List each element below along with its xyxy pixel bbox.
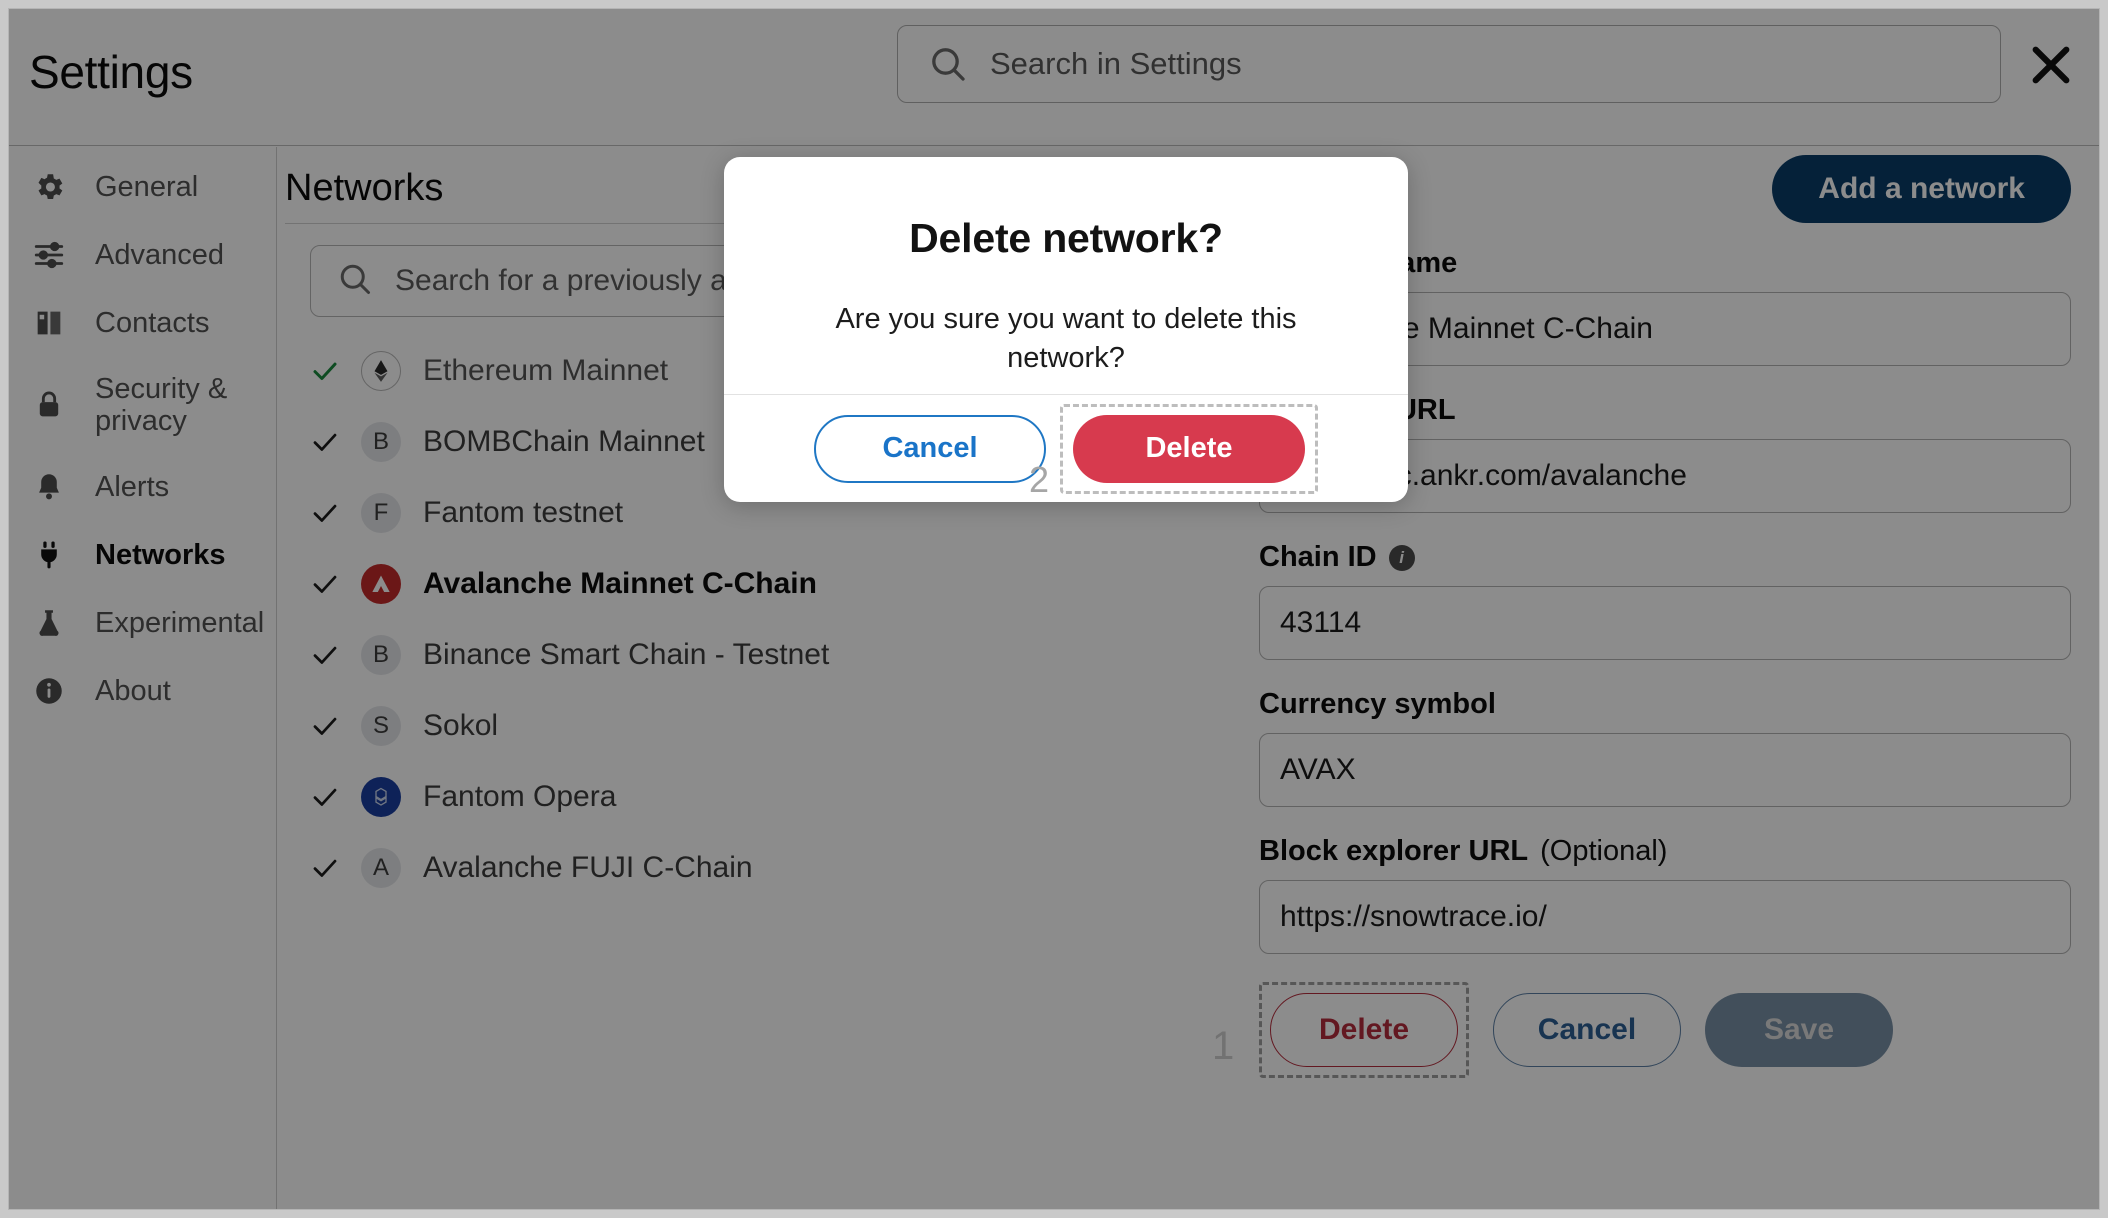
check-icon (309, 710, 341, 742)
annotation-box-delete: 1 Delete (1212, 982, 1469, 1078)
page-title: Settings (29, 46, 193, 98)
sliders-icon (31, 237, 67, 273)
sidebar-item-alerts[interactable]: Alerts (9, 453, 276, 521)
annotation-marker-2: 2 (1029, 458, 1050, 500)
modal-footer: Cancel 2 Delete (724, 394, 1408, 502)
gear-icon (31, 169, 67, 205)
check-icon (309, 639, 341, 671)
cancel-edit-button[interactable]: Cancel (1493, 993, 1681, 1067)
list-item-selected[interactable]: Avalanche Mainnet C-Chain (278, 548, 1228, 619)
sidebar-item-label: Advanced (95, 238, 224, 271)
letter-badge-icon: B (361, 421, 401, 462)
ethereum-logo-icon (361, 350, 401, 391)
check-icon (309, 426, 341, 458)
modal-body: Delete network? Are you sure you want to… (724, 157, 1408, 378)
check-icon (309, 781, 341, 813)
sidebar-item-label: Alerts (95, 470, 170, 503)
sidebar-item-label: Security & privacy (95, 372, 228, 437)
avalanche-logo-icon (361, 563, 401, 604)
field-currency-symbol: Currency symbol (1259, 688, 2071, 807)
modal-cancel-button[interactable]: Cancel (814, 414, 1046, 483)
network-name: Binance Smart Chain - Testnet (423, 637, 830, 671)
close-settings-button[interactable] (2025, 39, 2077, 91)
settings-search-placeholder: Search in Settings (990, 46, 1242, 81)
sidebar-item-label: Networks (95, 538, 226, 571)
networks-heading: Networks (285, 167, 444, 209)
flask-icon (31, 605, 67, 641)
plug-icon (31, 537, 67, 573)
form-action-bar: 1 Delete Cancel Save (1212, 982, 2071, 1078)
settings-window: Settings Search in Settings General Adva… (8, 8, 2100, 1210)
delete-network-modal: Delete network? Are you sure you want to… (724, 157, 1408, 502)
sidebar-item-label: About (95, 674, 171, 707)
network-name: BOMBChain Mainnet (423, 424, 705, 458)
modal-message: Are you sure you want to delete this net… (835, 303, 1297, 375)
network-name: Avalanche Mainnet C-Chain (423, 566, 817, 600)
check-icon (309, 568, 341, 600)
field-label: Block explorer URL (Optional) (1259, 835, 2071, 868)
field-block-explorer-url: Block explorer URL (Optional) (1259, 835, 2071, 954)
add-network-button[interactable]: Add a network (1772, 155, 2071, 223)
save-network-button: Save (1705, 993, 1893, 1067)
sidebar-item-networks[interactable]: Networks (9, 521, 276, 589)
delete-network-button[interactable]: Delete (1270, 993, 1458, 1067)
bell-icon (31, 469, 67, 505)
network-name: Avalanche FUJI C-Chain (423, 850, 753, 884)
network-name: Fantom testnet (423, 495, 624, 529)
letter-badge-icon: S (361, 705, 401, 746)
sidebar-item-experimental[interactable]: Experimental (9, 589, 276, 657)
network-name: Fantom Opera (423, 779, 617, 813)
optional-suffix: (Optional) (1540, 835, 1668, 867)
modal-delete-button[interactable]: Delete (1073, 414, 1305, 483)
check-icon (309, 355, 341, 387)
check-icon (309, 852, 341, 884)
letter-badge-icon: B (361, 634, 401, 675)
annotation-box-modal-delete: 2 Delete (1029, 403, 1318, 500)
sidebar-item-label: General (95, 170, 199, 203)
sidebar-item-advanced[interactable]: Advanced (9, 221, 276, 289)
fantom-logo-icon (361, 776, 401, 817)
info-icon[interactable]: i (1388, 544, 1415, 571)
field-chain-id: Chain ID i (1259, 541, 2071, 660)
check-icon (309, 497, 341, 529)
settings-header: Settings Search in Settings (9, 9, 2099, 146)
sidebar-item-contacts[interactable]: Contacts (9, 289, 276, 357)
chain-id-input[interactable] (1259, 586, 2071, 660)
info-icon (31, 673, 67, 709)
network-name: Ethereum Mainnet (423, 353, 669, 387)
book-icon (31, 305, 67, 341)
network-name: Sokol (423, 708, 499, 742)
settings-search-field[interactable]: Search in Settings (897, 25, 2001, 103)
field-label-text: Chain ID (1259, 541, 1377, 573)
list-item[interactable]: B Binance Smart Chain - Testnet (278, 619, 1228, 690)
field-label: Chain ID i (1259, 541, 2071, 574)
sidebar-item-security-privacy[interactable]: Security & privacy (9, 357, 276, 453)
field-label-text: Block explorer URL (1259, 835, 1529, 867)
field-label: Currency symbol (1259, 688, 1496, 720)
sidebar-item-general[interactable]: General (9, 153, 276, 221)
letter-badge-icon: F (361, 492, 401, 533)
currency-symbol-input[interactable] (1259, 733, 2071, 807)
sidebar-item-about[interactable]: About (9, 657, 276, 725)
list-item[interactable]: S Sokol (278, 690, 1228, 761)
letter-badge-icon: A (361, 847, 401, 888)
list-item[interactable]: A Avalanche FUJI C-Chain (278, 832, 1228, 903)
search-icon (928, 44, 968, 84)
settings-sidebar: General Advanced Contacts Security & pri… (9, 147, 277, 1209)
modal-title: Delete network? (909, 215, 1223, 261)
lock-icon (31, 387, 67, 423)
search-icon (337, 261, 373, 302)
annotation-marker-1: 1 (1212, 1024, 1235, 1068)
sidebar-item-label: Contacts (95, 306, 210, 339)
block-explorer-url-input[interactable] (1259, 880, 2071, 954)
sidebar-item-label: Experimental (95, 606, 265, 639)
list-item[interactable]: Fantom Opera (278, 761, 1228, 832)
